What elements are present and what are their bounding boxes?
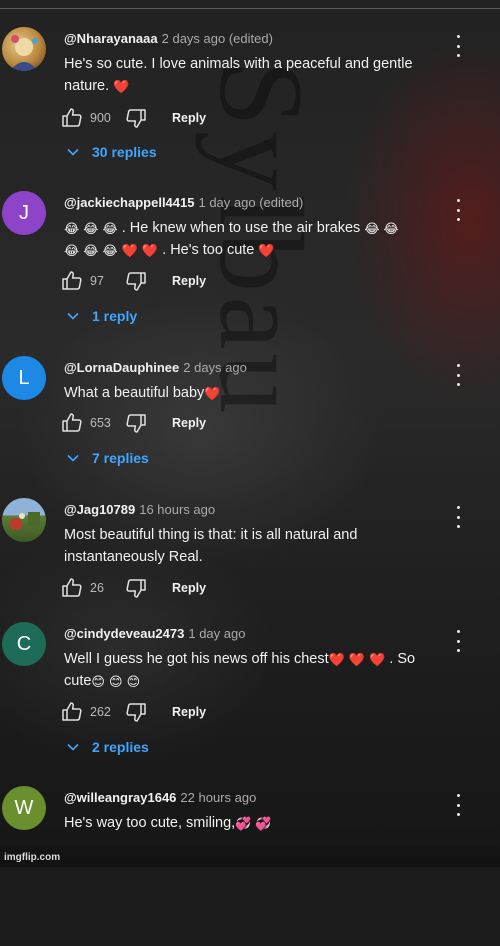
avatar[interactable]: L [2,356,46,400]
comment-thread: J @jackiechappell4415 1 day ago (edited) … [0,191,500,351]
comment-text: What a beautiful baby❤️ [64,385,221,401]
chevron-down-icon [67,312,79,320]
avatar-letter: W [14,796,34,819]
avatar[interactable] [2,498,46,542]
avatar-image-icon [10,512,40,530]
thumbs-up-icon[interactable] [60,106,84,130]
view-replies-button[interactable]: 30 replies [66,144,157,160]
comment-author[interactable]: @LornaDauphinee [64,360,179,375]
comment-text: He's way too cute, smiling,💞 💞 [64,815,272,831]
avatar[interactable]: C [2,622,46,666]
more-options-icon[interactable] [450,364,466,386]
comment-author[interactable]: @Nharayanaaa [64,31,158,46]
avatar[interactable]: J [2,191,46,235]
replies-count-label: 2 replies [92,739,149,755]
avatar[interactable] [2,27,46,71]
comment-author[interactable]: @willeangray1646 [64,790,176,805]
comment-actions: 900 Reply [60,106,206,130]
comment-timestamp[interactable]: 2 days ago (edited) [162,31,273,46]
reply-button[interactable]: Reply [172,111,206,125]
comment-text: Well I guess he got his news off his che… [64,651,416,689]
comment-actions: 97 Reply [60,269,206,293]
avatar-letter: L [18,366,30,389]
reply-button[interactable]: Reply [172,274,206,288]
comment-actions: 653 Reply [60,411,206,435]
thumbs-down-icon[interactable] [124,106,148,130]
thumbs-up-icon[interactable] [60,411,84,435]
comment-header: @Nharayanaaa 2 days ago (edited) [64,31,273,46]
footer-bar [0,847,500,867]
comment-author[interactable]: @Jag10789 [64,502,135,517]
comment-thread: @Nharayanaaa 2 days ago (edited) He's so … [0,27,500,187]
replies-count-label: 7 replies [92,450,149,466]
comment-timestamp[interactable]: 16 hours ago [139,502,215,517]
view-replies-button[interactable]: 7 replies [66,450,149,466]
comment-author[interactable]: @cindydeveau2473 [64,626,184,641]
thumbs-up-icon[interactable] [60,700,84,724]
comment-timestamp[interactable]: 2 days ago [183,360,247,375]
chevron-down-icon [67,454,79,462]
view-replies-button[interactable]: 1 reply [66,308,137,324]
comment-header: @willeangray1646 22 hours ago [64,790,256,805]
imgflip-watermark: imgflip.com [4,852,61,863]
more-options-icon[interactable] [450,199,466,221]
comment-thread: L @LornaDauphinee 2 days ago What a beaut… [0,356,500,516]
thumbs-down-icon[interactable] [124,411,148,435]
more-options-icon[interactable] [450,506,466,528]
more-options-icon[interactable] [450,630,466,652]
comment-text: 😂 😂 😂 . He knew when to use the air brak… [64,220,399,258]
thumbs-down-icon[interactable] [124,576,148,600]
comment-thread: C @cindydeveau2473 1 day ago Well I guess… [0,622,500,782]
comment-text: He's so cute. I love animals with a peac… [64,56,413,94]
comment-actions: 262 Reply [60,700,206,724]
chevron-down-icon [67,148,79,156]
comment-header: @LornaDauphinee 2 days ago [64,360,247,375]
more-options-icon[interactable] [450,35,466,57]
thumbs-down-icon[interactable] [124,269,148,293]
reply-button[interactable]: Reply [172,705,206,719]
comment-actions: 26 Reply [60,576,206,600]
chevron-down-icon [67,743,79,751]
like-count: 26 [90,581,104,595]
comment-timestamp[interactable]: 22 hours ago [180,790,256,805]
comment-timestamp[interactable]: 1 day ago (edited) [198,195,303,210]
avatar[interactable]: W [2,786,46,830]
avatar-image-icon [10,35,38,71]
avatar-letter: C [16,632,32,655]
thumbs-down-icon[interactable] [124,700,148,724]
comment-timestamp[interactable]: 1 day ago [188,626,245,641]
comment-header: @cindydeveau2473 1 day ago [64,626,245,641]
replies-count-label: 1 reply [92,308,138,324]
comment-text: Most beautiful thing is that: it is all … [64,527,358,565]
avatar-letter: J [19,201,29,224]
thumbs-up-icon[interactable] [60,576,84,600]
comment-author[interactable]: @jackiechappell4415 [64,195,194,210]
comment-header: @Jag10789 16 hours ago [64,502,215,517]
like-count: 653 [90,416,111,430]
like-count: 262 [90,705,111,719]
more-options-icon[interactable] [450,794,466,816]
reply-button[interactable]: Reply [172,416,206,430]
like-count: 900 [90,111,111,125]
reply-button[interactable]: Reply [172,581,206,595]
thumbs-up-icon[interactable] [60,269,84,293]
top-divider [0,8,500,9]
comment-header: @jackiechappell4415 1 day ago (edited) [64,195,303,210]
replies-count-label: 30 replies [92,144,157,160]
like-count: 97 [90,274,104,288]
view-replies-button[interactable]: 2 replies [66,739,149,755]
